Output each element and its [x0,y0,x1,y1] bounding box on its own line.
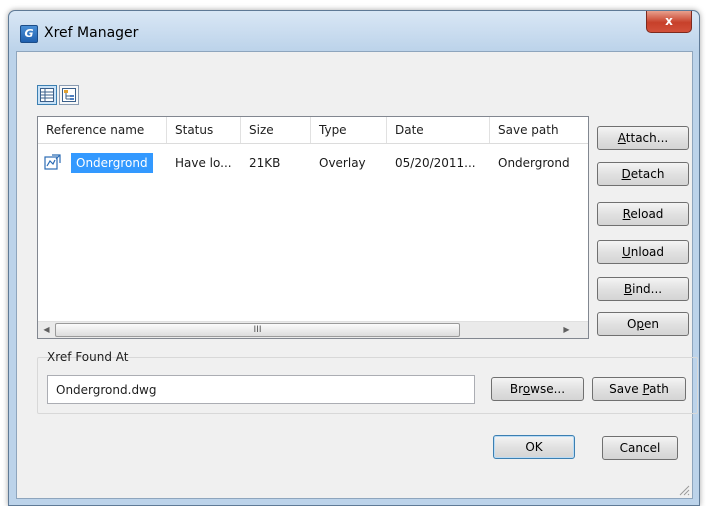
tree-view-icon [62,88,76,102]
type-cell: Overlay [319,156,366,170]
close-button[interactable]: x [646,11,692,33]
column-header-status[interactable]: Status [167,117,241,143]
detach-button[interactable]: Detach [597,162,689,186]
column-header-reference-name[interactable]: Reference name [38,117,167,143]
reload-button[interactable]: Reload [597,202,689,226]
cancel-button[interactable]: Cancel [602,436,678,460]
scroll-thumb[interactable]: III [55,323,460,337]
xref-path-field[interactable] [47,375,475,404]
save-path-cell: Ondergrond [498,156,570,170]
xref-manager-window: G Xref Manager x Reference name Status S… [8,10,700,506]
open-button[interactable]: Open [597,312,689,336]
browse-button[interactable]: Browse... [491,377,584,401]
xref-found-at-label: Xref Found At [47,350,129,364]
window-title: Xref Manager [44,25,139,41]
title-bar[interactable]: G Xref Manager x [9,11,699,51]
column-header-save-path[interactable]: Save path [490,117,588,143]
horizontal-scrollbar[interactable]: ◀ III ▶ [38,321,588,338]
attach-button[interactable]: Attach... [597,126,689,150]
scroll-left-icon[interactable]: ◀ [38,322,55,338]
column-header-size[interactable]: Size [241,117,311,143]
unload-button[interactable]: Unload [597,240,689,264]
app-logo-icon: G [20,25,38,43]
save-path-button[interactable]: Save Path [592,377,686,401]
scroll-grip: III [253,325,262,335]
scroll-right-icon[interactable]: ▶ [558,322,575,338]
dialog-body: Reference name Status Size Type Date Sav… [16,51,698,499]
bind-button[interactable]: Bind... [597,277,689,301]
column-header-date[interactable]: Date [387,117,490,143]
status-cell: Have lo... [175,156,232,170]
resize-grip-icon[interactable] [678,484,690,496]
date-cell: 05/20/2011... [395,156,476,170]
tree-view-button[interactable] [59,85,79,105]
size-cell: 21KB [249,156,281,170]
xref-list[interactable]: Reference name Status Size Type Date Sav… [37,116,589,339]
list-view-button[interactable] [37,85,57,105]
list-view-icon [40,88,54,102]
xref-drawing-icon [44,154,61,170]
reference-name-cell[interactable]: Ondergrond [71,153,153,173]
ok-button[interactable]: OK [493,435,575,459]
header-divider [38,143,588,144]
column-header-type[interactable]: Type [311,117,387,143]
